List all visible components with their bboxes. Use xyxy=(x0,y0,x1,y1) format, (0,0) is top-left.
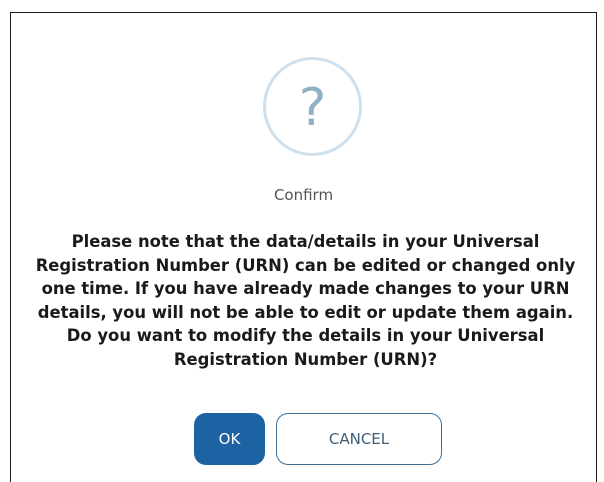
confirm-dialog: ? Confirm Please note that the data/deta… xyxy=(10,12,597,482)
dialog-message: Please note that the data/details in you… xyxy=(35,232,576,369)
dialog-title: Confirm xyxy=(273,186,334,204)
question-mark-icon: ? xyxy=(263,57,362,156)
cancel-button[interactable]: CANCEL xyxy=(276,413,442,465)
dialog-actions: OK CANCEL xyxy=(11,413,596,467)
question-mark-glyph: ? xyxy=(298,77,327,138)
ok-button[interactable]: OK xyxy=(194,413,265,465)
